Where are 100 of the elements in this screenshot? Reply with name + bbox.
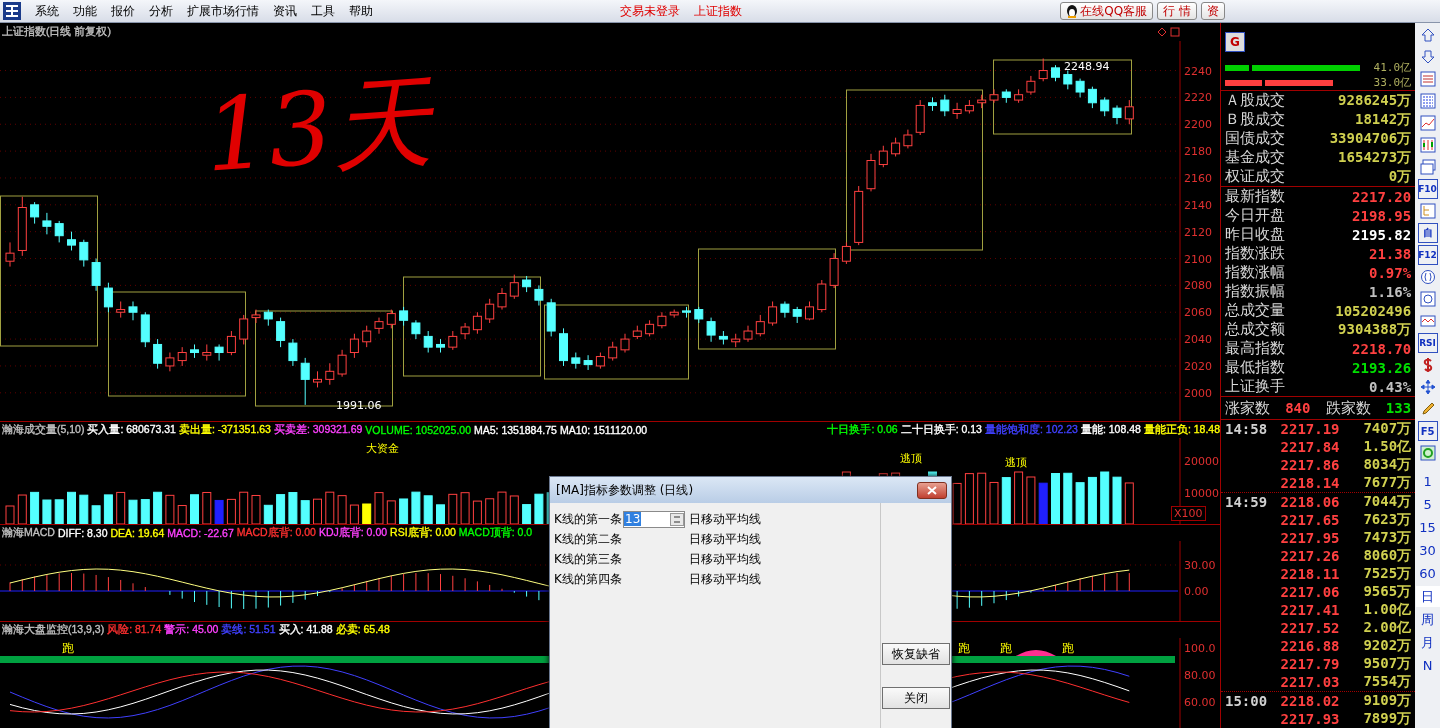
tool-button[interactable]: RSI xyxy=(1417,333,1438,353)
stat-value: 9286245万 xyxy=(1338,91,1412,110)
axis-label: 20000 xyxy=(1184,455,1219,468)
windows-icon[interactable] xyxy=(1419,159,1436,175)
high-price-label: 2248.94 xyxy=(1064,60,1110,73)
candlestick xyxy=(276,317,286,348)
formula-icon[interactable] xyxy=(1419,269,1436,285)
line-chart-icon[interactable] xyxy=(1419,115,1436,131)
period-button[interactable]: 60 xyxy=(1415,563,1440,584)
axis-label: 80.00 xyxy=(1184,669,1216,682)
stat-value: 0.97% xyxy=(1368,264,1412,281)
axis-label: 10000 xyxy=(1184,487,1219,500)
candlestick xyxy=(755,314,765,337)
parameter-suffix: 日移动平均线 xyxy=(689,570,761,588)
grid-icon[interactable] xyxy=(1419,93,1436,109)
period-button[interactable]: 1 xyxy=(1415,471,1440,492)
diamond-icon[interactable] xyxy=(1157,27,1167,37)
axis-label: 0.00 xyxy=(1184,585,1209,598)
candlestick xyxy=(891,137,901,157)
tick-price: 2217.52 xyxy=(1280,620,1340,636)
stat-value: 105202496 xyxy=(1335,302,1412,319)
indicator-value: 量能饱和度: 102.23 xyxy=(984,423,1078,437)
candlestick xyxy=(214,343,224,362)
candlestick xyxy=(608,341,618,362)
app-logo-icon[interactable] xyxy=(3,2,21,20)
close-button[interactable] xyxy=(917,481,947,499)
pencil-icon[interactable] xyxy=(1419,401,1436,417)
candlestick xyxy=(964,99,974,114)
period-button[interactable]: 周 xyxy=(1415,609,1440,630)
stat-label: 总成交量 xyxy=(1225,301,1285,321)
tool-button[interactable]: 自 xyxy=(1417,223,1438,243)
close-icon xyxy=(927,485,937,495)
stat-label: Ａ股成交 xyxy=(1225,91,1285,111)
menu-item[interactable]: 功能 xyxy=(73,2,97,20)
toolbar-button[interactable]: 资 xyxy=(1201,2,1225,20)
period-button[interactable]: 日 xyxy=(1415,586,1440,607)
indicator-value: DIFF: 8.30 xyxy=(57,527,108,539)
candlestick xyxy=(866,153,876,192)
candlestick-icon[interactable] xyxy=(1419,137,1436,153)
candlestick xyxy=(386,309,396,329)
tick-price: 2218.06 xyxy=(1280,494,1340,510)
signal-label: 大资金 xyxy=(366,442,399,455)
menu-item[interactable]: 分析 xyxy=(149,2,173,20)
parameter-label: K线的第四条 xyxy=(554,570,623,588)
period-button[interactable]: 5 xyxy=(1415,494,1440,515)
candlestick xyxy=(251,309,261,324)
axis-label: 60.00 xyxy=(1184,696,1216,709)
indicator-value: 买入: 41.88 xyxy=(278,623,333,637)
indicator-value: 瀚海大盘监控(13,9,3) xyxy=(2,623,105,637)
spinner-arrows-icon[interactable] xyxy=(670,512,684,526)
tool-button[interactable]: F5 xyxy=(1417,421,1438,441)
tool-button[interactable]: F12 xyxy=(1417,245,1438,265)
candlestick xyxy=(460,322,470,340)
menu-item[interactable]: 工具 xyxy=(311,2,335,20)
period-button[interactable]: N xyxy=(1415,655,1440,676)
candlestick xyxy=(632,325,642,340)
indicator-value: RSI底背: 0.00 xyxy=(390,526,456,540)
axis-label: 2000 xyxy=(1184,386,1212,400)
dialog-button[interactable]: 恢复缺省 xyxy=(882,643,950,665)
tick-time: 15:00 xyxy=(1225,693,1269,709)
toolbar-button[interactable]: 在线QQ客服 xyxy=(1060,2,1154,20)
indicator-value: 买卖差: 309321.69 xyxy=(273,423,363,437)
square-icon[interactable] xyxy=(1170,27,1180,37)
menu-item[interactable]: 资讯 xyxy=(273,2,297,20)
tick-price: 2217.41 xyxy=(1280,602,1340,618)
wave-icon[interactable] xyxy=(1419,313,1436,329)
move-icon[interactable] xyxy=(1419,379,1436,395)
stat-label: 最高指数 xyxy=(1225,339,1285,359)
stat-label: Ｂ股成交 xyxy=(1225,110,1285,130)
refresh-icon[interactable] xyxy=(1419,445,1436,461)
candlestick xyxy=(67,231,76,251)
tool-button[interactable]: F10 xyxy=(1417,179,1438,199)
candlestick xyxy=(226,330,236,356)
toolbar-button[interactable]: 行 情 xyxy=(1157,2,1197,20)
candlestick xyxy=(669,309,679,319)
number-spinner-field[interactable]: 13 xyxy=(623,510,685,528)
parameter-label: K线的第二条 xyxy=(554,530,623,548)
stat-label: 最新指数 xyxy=(1225,187,1285,207)
period-button[interactable]: 30 xyxy=(1415,540,1440,561)
menu-item[interactable]: 帮助 xyxy=(349,2,373,20)
list-icon[interactable] xyxy=(1419,71,1436,87)
menu-item[interactable]: 系统 xyxy=(35,2,59,20)
tick-volume: 7899万 xyxy=(1362,710,1412,728)
candlestick xyxy=(1124,99,1134,125)
ratio-bar-icon xyxy=(1225,64,1360,71)
down-arrow-icon[interactable] xyxy=(1419,49,1436,65)
tree-icon[interactable] xyxy=(1419,203,1436,219)
up-arrow-icon[interactable] xyxy=(1419,27,1436,43)
period-button[interactable]: 15 xyxy=(1415,517,1440,538)
indicator-value: MA10: 1511120.00 xyxy=(559,424,648,436)
tick-price: 2218.11 xyxy=(1280,566,1340,582)
menu-item[interactable]: 扩展市场行情 xyxy=(187,2,259,20)
candlestick xyxy=(817,279,827,313)
candlestick xyxy=(177,346,187,367)
stat-value: 18142万 xyxy=(1354,110,1412,129)
period-button[interactable]: 月 xyxy=(1415,632,1440,653)
dialog-button[interactable]: 关闭 xyxy=(882,687,950,709)
g-button[interactable]: G xyxy=(1225,31,1245,52)
menu-item[interactable]: 报价 xyxy=(111,2,135,20)
parameter-label: K线的第一条 xyxy=(554,510,623,528)
